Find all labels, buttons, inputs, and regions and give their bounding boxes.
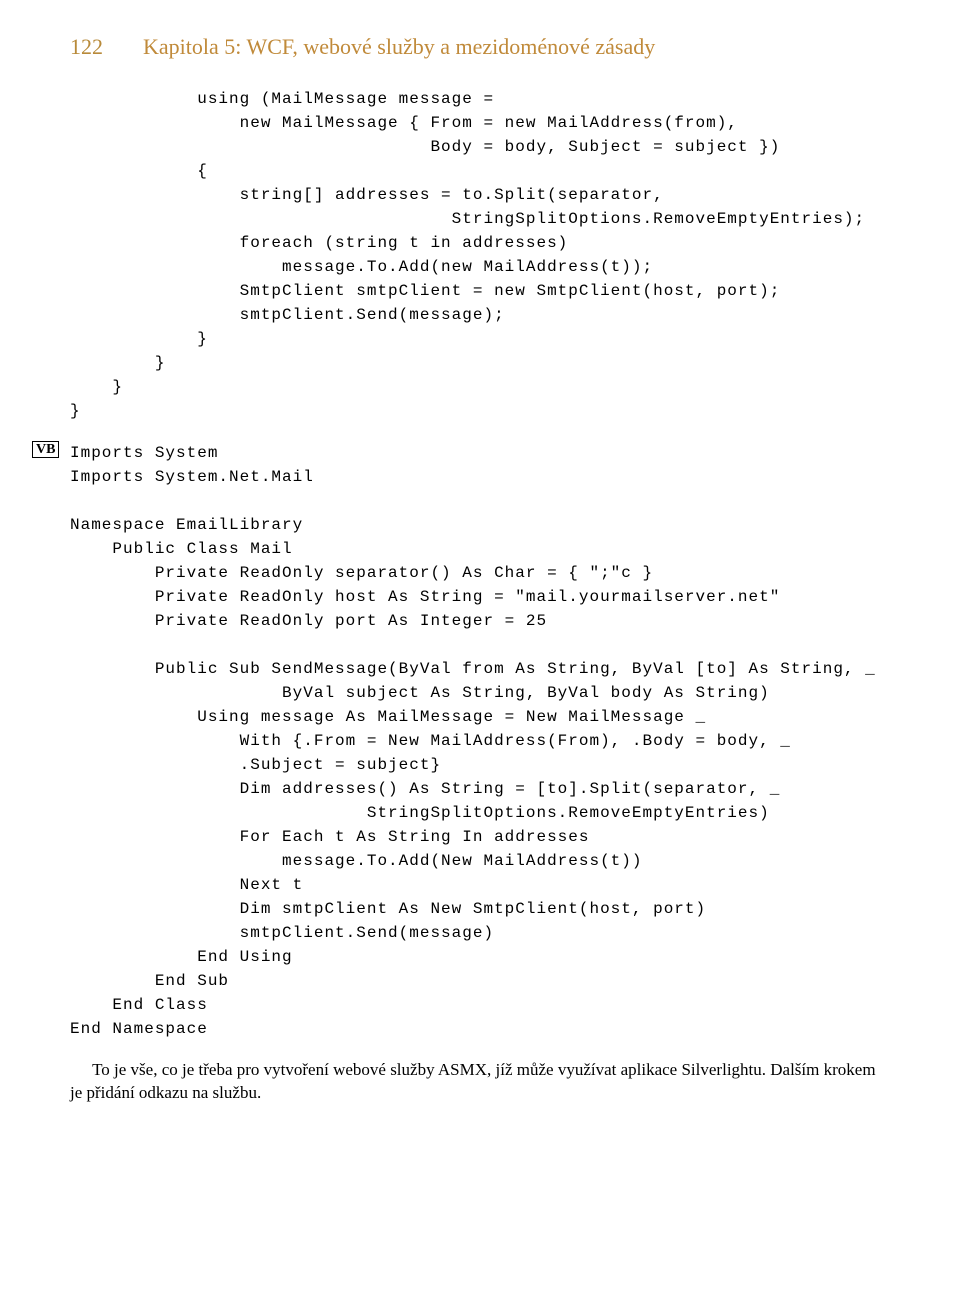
page-number: 122 <box>70 30 103 63</box>
csharp-code-block: using (MailMessage message = new MailMes… <box>70 87 890 423</box>
vb-language-badge-icon: VB <box>32 441 59 458</box>
page-header: 122 Kapitola 5: WCF, webové služby a mez… <box>70 30 890 63</box>
vb-section: VB Imports System Imports System.Net.Mai… <box>70 441 890 1041</box>
vb-code-block: Imports System Imports System.Net.Mail N… <box>70 441 890 1041</box>
body-paragraph: To je vše, co je třeba pro vytvoření web… <box>70 1059 890 1105</box>
chapter-title: Kapitola 5: WCF, webové služby a mezidom… <box>143 30 655 63</box>
